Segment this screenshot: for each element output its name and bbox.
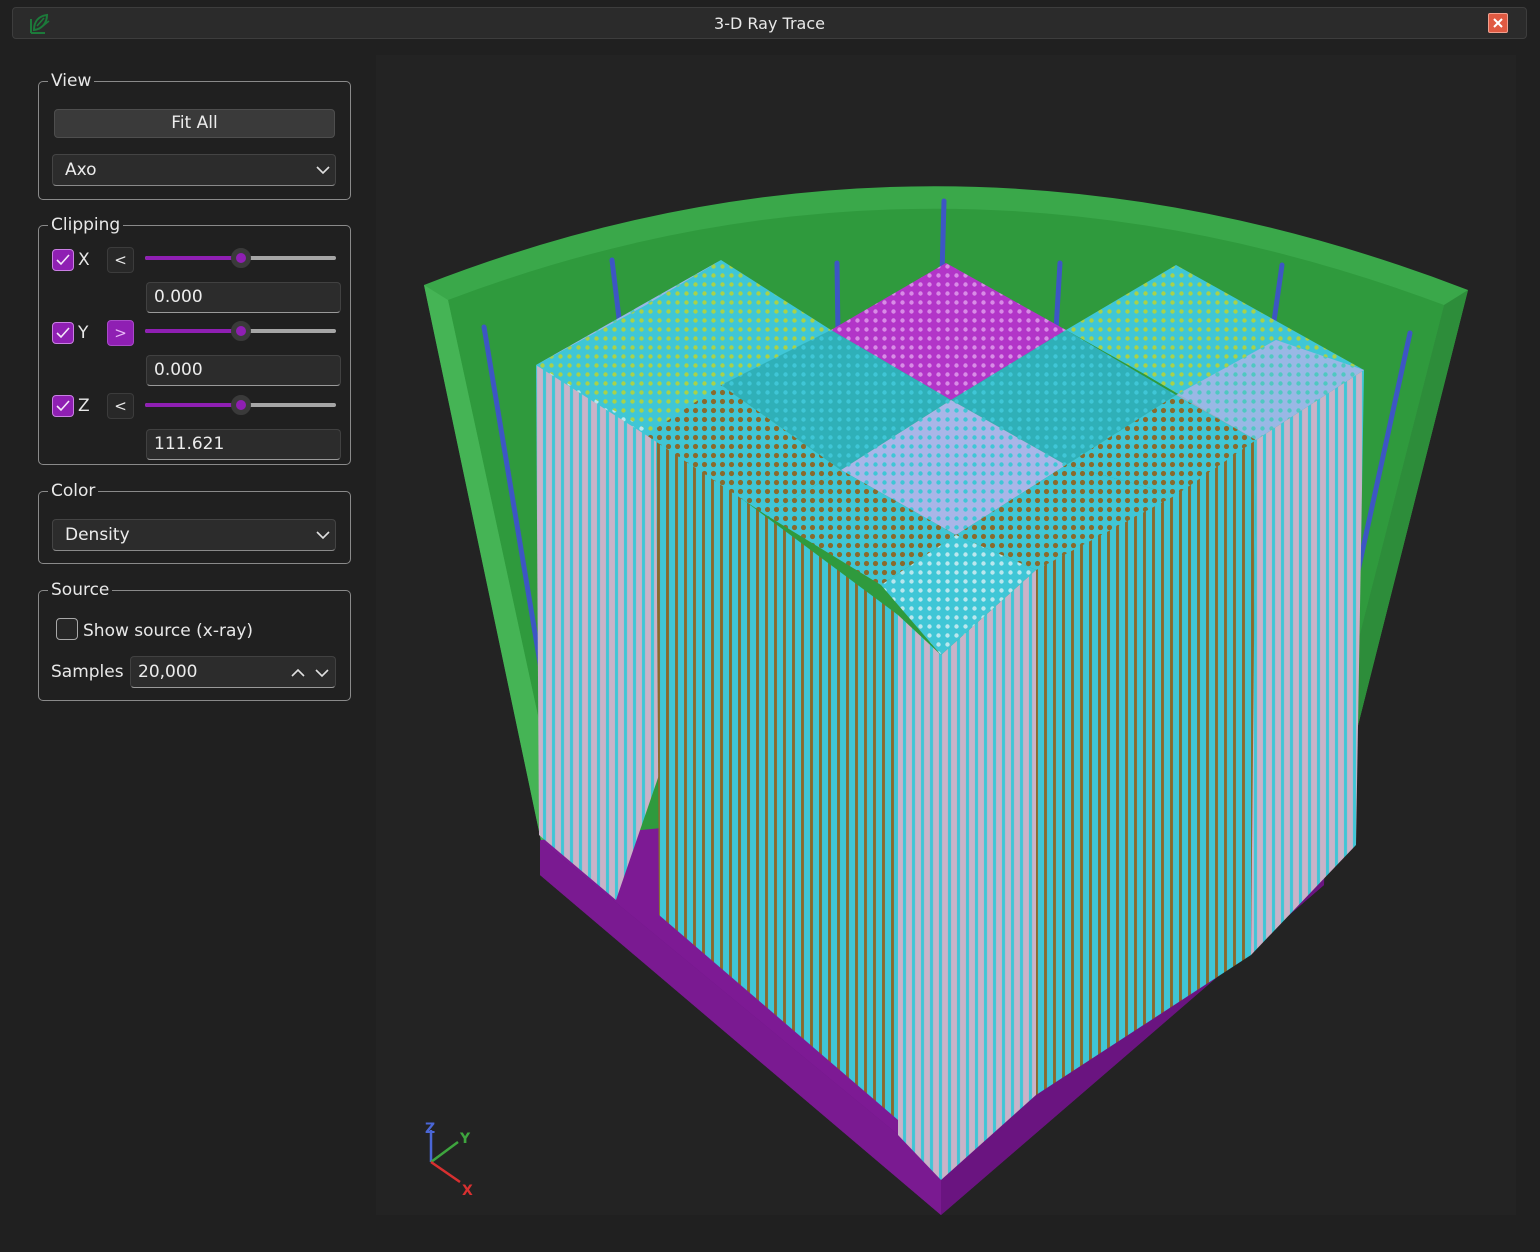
view-group: View Fit All Axo <box>38 70 351 200</box>
clip-y-direction-button[interactable]: > <box>107 320 134 346</box>
clip-z-label: Z <box>78 396 90 416</box>
clipping-legend: Clipping <box>48 214 124 236</box>
chevron-up-icon[interactable] <box>291 668 305 678</box>
axis-y-label: Y <box>459 1131 471 1147</box>
axes-triad: Z Y X <box>425 1121 473 1199</box>
title-bar: 3-D Ray Trace <box>12 7 1527 39</box>
samples-spinbox[interactable]: 20,000 <box>130 656 336 688</box>
source-group: Source Show source (x-ray) Samples 20,00… <box>38 579 351 701</box>
checkmark-icon <box>56 327 70 339</box>
ray-trace-viewport[interactable]: Z Y X <box>376 55 1516 1215</box>
clip-x-direction-button[interactable]: < <box>107 247 134 273</box>
core-left-face <box>536 365 659 900</box>
close-icon <box>1493 18 1503 28</box>
samples-value: 20,000 <box>138 662 198 682</box>
chevron-down-icon <box>316 531 330 540</box>
show-source-checkbox[interactable] <box>56 618 78 640</box>
clip-z-checkbox[interactable] <box>52 395 74 417</box>
clip-z-direction-button[interactable]: < <box>107 393 134 419</box>
axis-x-label: X <box>462 1183 473 1199</box>
clip-y-value-field[interactable]: 0.000 <box>146 355 341 386</box>
clip-z-value-field[interactable]: 111.621 <box>146 429 341 460</box>
source-legend: Source <box>48 579 113 601</box>
axis-z-label: Z <box>425 1121 435 1137</box>
slider-thumb[interactable] <box>230 395 251 415</box>
checkmark-icon <box>56 400 70 412</box>
clipping-group: Clipping X < 0.000 Y > 0.000 Z < 111.621 <box>38 214 351 465</box>
color-mode-dropdown[interactable]: Density <box>52 519 336 551</box>
core-right-face <box>941 570 1036 1180</box>
clip-x-slider[interactable] <box>145 248 336 268</box>
slider-thumb[interactable] <box>230 321 251 341</box>
color-legend: Color <box>48 480 99 502</box>
show-source-label: Show source (x-ray) <box>83 621 254 641</box>
reactor-render: Z Y X <box>424 186 1468 1215</box>
clip-y-checkbox[interactable] <box>52 322 74 344</box>
projection-dropdown[interactable]: Axo <box>52 154 336 186</box>
clip-z-slider[interactable] <box>145 395 336 415</box>
clip-y-slider[interactable] <box>145 321 336 341</box>
clip-x-label: X <box>78 250 90 270</box>
clip-y-label: Y <box>78 323 89 343</box>
checkmark-icon <box>56 254 70 266</box>
view-legend: View <box>48 70 95 92</box>
window-title: 3-D Ray Trace <box>714 14 825 33</box>
samples-label: Samples <box>51 662 124 682</box>
clip-x-checkbox[interactable] <box>52 249 74 271</box>
clip-x-value-field[interactable]: 0.000 <box>146 282 341 313</box>
fit-all-button[interactable]: Fit All <box>54 109 335 138</box>
color-group: Color Density <box>38 480 351 564</box>
chevron-down-icon <box>316 166 330 175</box>
projection-value: Axo <box>65 160 97 180</box>
chevron-down-icon[interactable] <box>315 668 329 678</box>
slider-thumb[interactable] <box>230 248 251 268</box>
color-mode-value: Density <box>65 525 130 545</box>
close-button[interactable] <box>1488 13 1508 33</box>
